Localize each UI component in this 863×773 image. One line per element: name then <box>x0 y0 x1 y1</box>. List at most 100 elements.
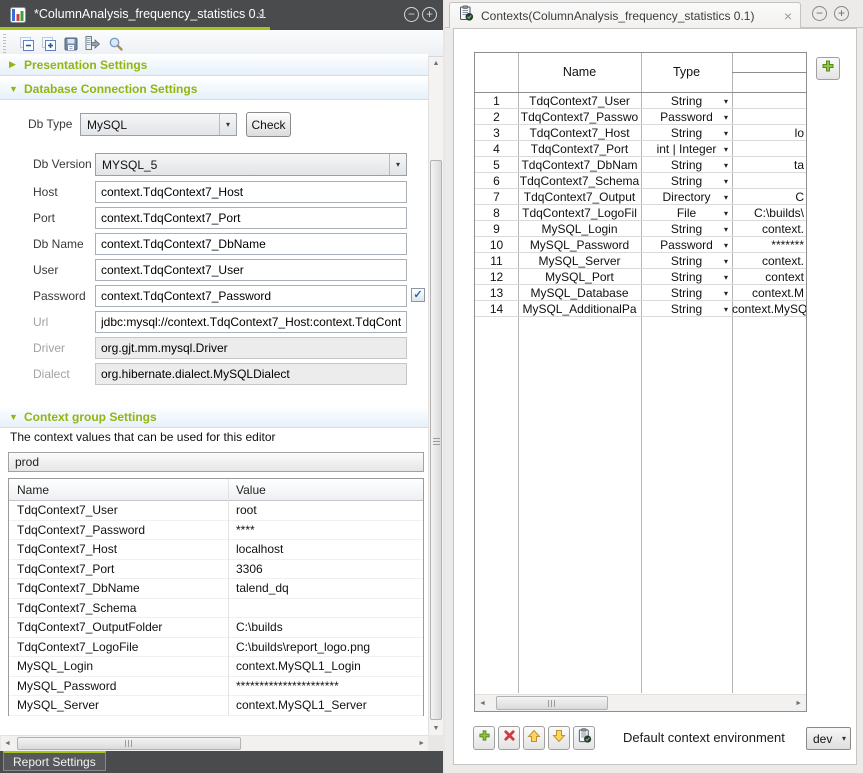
scroll-down-icon[interactable]: ▼ <box>429 725 443 732</box>
tab-report-settings[interactable]: Report Settings <box>3 751 106 771</box>
table-row[interactable]: 5TdqContext7_DbNamString▾ta <box>475 157 806 173</box>
section-database-connection-settings[interactable]: ▼ Database Connection Settings <box>0 78 428 100</box>
minimize-icon[interactable]: − <box>812 6 827 21</box>
tab-contexts[interactable]: Contexts(ColumnAnalysis_frequency_statis… <box>449 2 801 28</box>
vertical-scrollbar[interactable]: ▲ ▼ <box>428 57 443 735</box>
check-button[interactable]: Check <box>246 112 291 137</box>
maximize-icon[interactable]: + <box>422 7 437 22</box>
analysis-editor-panel: *ColumnAnalysis_frequency_statistics 0.1… <box>0 0 443 773</box>
table-body: 1TdqContext7_UserString▾ 2TdqContext7_Pa… <box>475 93 806 317</box>
table-row[interactable]: 13MySQL_DatabaseString▾context.M <box>475 285 806 301</box>
collapse-all-icon[interactable] <box>18 35 35 52</box>
table-row[interactable]: 2TdqContext7_PasswoPassword▾ <box>475 109 806 125</box>
table-row[interactable]: MySQL_Password********************** <box>9 677 423 697</box>
section-context-group-settings[interactable]: ▼ Context group Settings <box>0 406 428 428</box>
type-dropdown-icon[interactable]: ▾ <box>724 113 728 122</box>
table-row[interactable]: TdqContext7_DbNametalend_dq <box>9 579 423 599</box>
table-row[interactable]: MySQL_Servercontext.MySQL1_Server <box>9 696 423 716</box>
left-tab-title[interactable]: *ColumnAnalysis_frequency_statistics 0.1 <box>34 0 266 29</box>
table-row[interactable]: TdqContext7_Userroot <box>9 501 423 521</box>
scrollbar-thumb[interactable] <box>496 696 608 710</box>
type-dropdown-icon[interactable]: ▾ <box>724 257 728 266</box>
minimize-icon[interactable]: − <box>404 7 419 22</box>
section-presentation-settings[interactable]: ▶ Presentation Settings <box>0 54 428 76</box>
move-up-button[interactable] <box>523 726 545 750</box>
move-down-button[interactable] <box>548 726 570 750</box>
password-input[interactable] <box>95 285 407 307</box>
search-icon[interactable] <box>107 35 124 52</box>
left-tab-close-icon[interactable]: × <box>257 8 265 22</box>
url-label: Url <box>33 311 48 333</box>
chevron-down-icon[interactable]: ▾ <box>389 154 406 175</box>
table-row[interactable]: 4TdqContext7_Portint | Integer▾ <box>475 141 806 157</box>
table-horizontal-scrollbar[interactable]: ◄ ► <box>475 694 806 711</box>
type-dropdown-icon[interactable]: ▾ <box>724 129 728 138</box>
table-row[interactable]: 12MySQL_PortString▾context <box>475 269 806 285</box>
type-dropdown-icon[interactable]: ▾ <box>724 161 728 170</box>
host-label: Host <box>33 181 58 203</box>
port-input[interactable] <box>95 207 407 229</box>
default-context-environment-label: Default context environment <box>623 726 785 750</box>
type-dropdown-icon[interactable]: ▾ <box>724 209 728 218</box>
table-row[interactable]: 7TdqContext7_OutputDirectory▾C <box>475 189 806 205</box>
table-row[interactable]: 9MySQL_LoginString▾context. <box>475 221 806 237</box>
db-version-combo[interactable]: MYSQL_5 ▾ <box>95 153 407 176</box>
export-report-icon[interactable] <box>84 35 101 52</box>
scroll-left-icon[interactable]: ◄ <box>4 740 11 747</box>
type-dropdown-icon[interactable]: ▾ <box>724 305 728 314</box>
toolbar-drag-handle[interactable] <box>3 33 6 53</box>
table-row[interactable]: TdqContext7_OutputFolderC:\builds <box>9 618 423 638</box>
context-group-name-bar[interactable]: prod <box>8 452 424 472</box>
horizontal-scrollbar[interactable]: ◄ ► <box>1 735 428 751</box>
column-divider <box>228 479 229 715</box>
name-column-header: Name <box>518 53 641 92</box>
table-row[interactable]: 3TdqContext7_HostString▾lo <box>475 125 806 141</box>
db-name-input[interactable] <box>95 233 407 255</box>
type-dropdown-icon[interactable]: ▾ <box>724 273 728 282</box>
scroll-right-icon[interactable]: ► <box>795 700 802 707</box>
password-checkbox[interactable]: ✓ <box>411 288 425 302</box>
table-row[interactable]: 11MySQL_ServerString▾context. <box>475 253 806 269</box>
chevron-down-icon: ▼ <box>9 84 17 94</box>
table-row[interactable]: TdqContext7_Schema <box>9 599 423 619</box>
type-column-header: Type <box>641 53 732 92</box>
table-row[interactable]: 14MySQL_AdditionalPaString▾context.MySQ <box>475 301 806 317</box>
expand-all-icon[interactable] <box>40 35 57 52</box>
scrollbar-thumb[interactable] <box>17 737 241 750</box>
type-dropdown-icon[interactable]: ▾ <box>724 241 728 250</box>
table-row[interactable]: 6TdqContext7_SchemaString▾ <box>475 173 806 189</box>
select-context-button[interactable] <box>573 726 595 750</box>
scroll-left-icon[interactable]: ◄ <box>479 700 486 707</box>
default-context-environment-dropdown[interactable]: dev ▾ <box>806 727 851 750</box>
right-tab-close-icon[interactable]: × <box>784 9 792 23</box>
db-type-combo[interactable]: MySQL ▾ <box>80 113 237 136</box>
type-dropdown-icon[interactable]: ▾ <box>724 289 728 298</box>
table-row[interactable]: 10MySQL_PasswordPassword▾******* <box>475 237 806 253</box>
context-values-table: Name Value TdqContext7_Userroot TdqConte… <box>8 478 424 716</box>
scroll-right-icon[interactable]: ► <box>418 740 425 747</box>
table-row[interactable]: TdqContext7_Hostlocalhost <box>9 540 423 560</box>
table-row[interactable]: MySQL_Logincontext.MySQL1_Login <box>9 657 423 677</box>
host-input[interactable] <box>95 181 407 203</box>
type-dropdown-icon[interactable]: ▾ <box>724 97 728 106</box>
scroll-up-icon[interactable]: ▲ <box>429 60 443 67</box>
scrollbar-thumb[interactable] <box>430 160 442 720</box>
type-dropdown-icon[interactable]: ▾ <box>724 193 728 202</box>
type-dropdown-icon[interactable]: ▾ <box>724 145 728 154</box>
type-dropdown-icon[interactable]: ▾ <box>724 177 728 186</box>
table-row[interactable]: TdqContext7_Password**** <box>9 521 423 541</box>
chevron-down-icon[interactable]: ▾ <box>219 114 236 135</box>
table-row[interactable]: 8TdqContext7_LogoFilFile▾C:\builds\ <box>475 205 806 221</box>
save-icon[interactable] <box>62 35 79 52</box>
add-context-environment-button[interactable] <box>816 57 840 80</box>
table-row[interactable]: 1TdqContext7_UserString▾ <box>475 93 806 109</box>
add-context-button[interactable] <box>473 726 495 750</box>
user-input[interactable] <box>95 259 407 281</box>
table-row[interactable]: TdqContext7_LogoFileC:\builds\report_log… <box>9 638 423 658</box>
maximize-icon[interactable]: + <box>834 6 849 21</box>
left-tab-bar: *ColumnAnalysis_frequency_statistics 0.1… <box>0 0 443 30</box>
type-dropdown-icon[interactable]: ▾ <box>724 225 728 234</box>
table-row[interactable]: TdqContext7_Port3306 <box>9 560 423 580</box>
delete-context-button[interactable] <box>498 726 520 750</box>
contexts-table: Name Type 1TdqContext7_UserString▾ 2TdqC… <box>474 52 807 712</box>
